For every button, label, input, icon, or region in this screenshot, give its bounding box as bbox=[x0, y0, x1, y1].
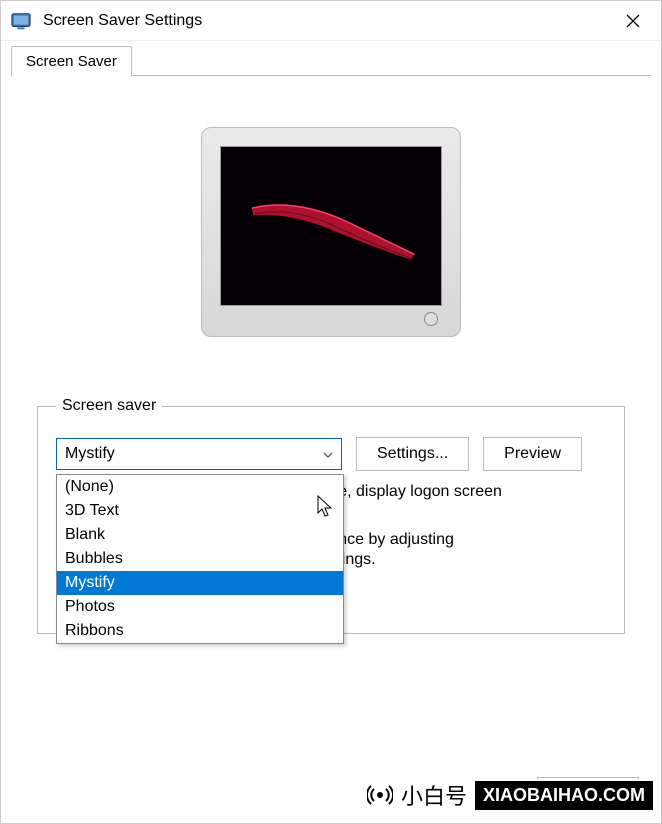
mystify-ribbon-icon bbox=[243, 194, 419, 265]
titlebar: Screen Saver Settings bbox=[1, 1, 661, 41]
preview-monitor-container bbox=[25, 127, 637, 337]
tab-bar: Screen Saver bbox=[1, 41, 661, 76]
app-icon bbox=[9, 9, 33, 33]
screensaver-selected-text: Mystify bbox=[65, 445, 323, 463]
window-title: Screen Saver Settings bbox=[43, 12, 613, 30]
settings-button[interactable]: Settings... bbox=[356, 437, 469, 471]
watermark-cn-text: 小白号 bbox=[401, 779, 467, 811]
preview-monitor bbox=[201, 127, 461, 337]
chevron-down-icon bbox=[323, 447, 333, 461]
screensaver-dropdown[interactable]: Mystify bbox=[56, 438, 342, 470]
preview-button[interactable]: Preview bbox=[483, 437, 582, 471]
watermark-badge: 小白号 XIAOBAIHAO.COM bbox=[367, 779, 653, 811]
option-blank[interactable]: Blank bbox=[57, 523, 343, 547]
preview-screen bbox=[220, 146, 442, 306]
broadcast-icon bbox=[367, 782, 393, 808]
option-ribbons[interactable]: Ribbons bbox=[57, 619, 343, 643]
option-photos[interactable]: Photos bbox=[57, 595, 343, 619]
monitor-led-icon bbox=[424, 312, 438, 326]
watermark-domain-text: XIAOBAIHAO.COM bbox=[475, 781, 653, 810]
screensaver-dropdown-list[interactable]: (None) 3D Text Blank Bubbles Mystify Pho… bbox=[56, 474, 344, 644]
option-none[interactable]: (None) bbox=[57, 475, 343, 499]
option-3d-text[interactable]: 3D Text bbox=[57, 499, 343, 523]
screensaver-legend: Screen saver bbox=[56, 397, 162, 415]
tab-screen-saver[interactable]: Screen Saver bbox=[11, 46, 132, 77]
screensaver-group: Screen saver Mystify Settings... Preview… bbox=[37, 397, 625, 634]
option-bubbles[interactable]: Bubbles bbox=[57, 547, 343, 571]
option-mystify[interactable]: Mystify bbox=[57, 571, 343, 595]
close-button[interactable] bbox=[613, 1, 653, 41]
